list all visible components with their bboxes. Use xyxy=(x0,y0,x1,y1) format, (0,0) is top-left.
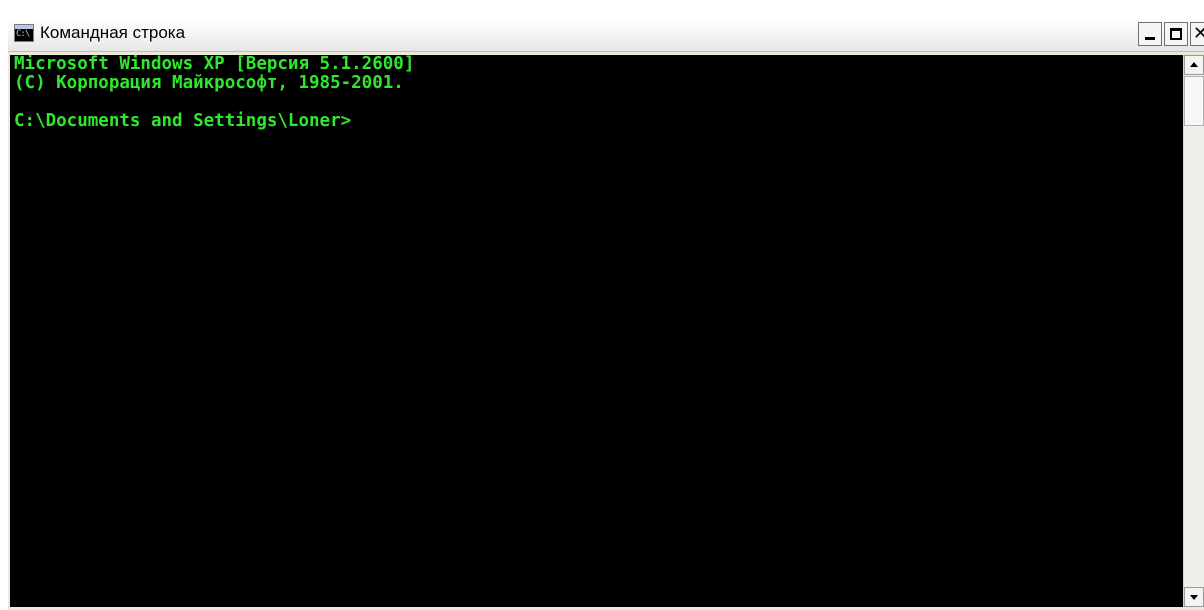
scroll-up-button[interactable] xyxy=(1184,55,1204,75)
close-button[interactable]: ✕ xyxy=(1190,22,1204,46)
arrow-down-icon xyxy=(1190,595,1198,600)
maximize-button[interactable] xyxy=(1164,22,1188,46)
close-icon: ✕ xyxy=(1193,23,1204,44)
scroll-down-button[interactable] xyxy=(1184,587,1204,607)
window-title: Командная строка xyxy=(40,23,186,42)
title-bar[interactable]: C:\ Командная строка ✕ xyxy=(8,17,1204,52)
command-prompt-window: C:\ Командная строка ✕ Microsoft Windows… xyxy=(8,17,1204,610)
console-output[interactable]: Microsoft Windows XP [Версия 5.1.2600] (… xyxy=(10,55,1183,607)
title-buttons: ✕ xyxy=(1138,22,1204,47)
icon-label: C:\ xyxy=(16,29,30,39)
minimize-button[interactable] xyxy=(1138,22,1162,46)
command-prompt-icon[interactable]: C:\ xyxy=(14,24,34,42)
console-line: (С) Корпорация Майкрософт, 1985-2001. xyxy=(14,73,404,93)
vertical-scrollbar[interactable] xyxy=(1183,55,1204,607)
arrow-up-icon xyxy=(1190,62,1198,67)
scroll-thumb[interactable] xyxy=(1184,76,1204,126)
console-line: Microsoft Windows XP [Версия 5.1.2600] xyxy=(14,55,415,74)
console-prompt-line[interactable]: C:\Documents and Settings\Loner> xyxy=(10,112,1183,131)
